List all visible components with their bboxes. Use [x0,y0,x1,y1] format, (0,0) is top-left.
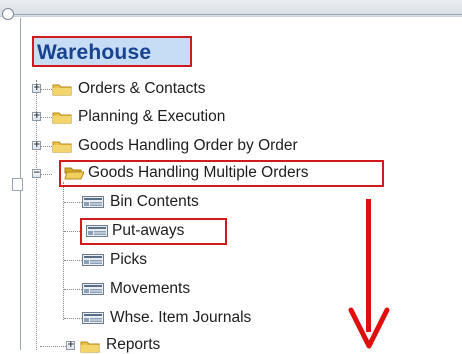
expand-icon[interactable]: + [32,112,41,121]
expand-icon[interactable]: + [66,341,75,350]
root-node-label: Warehouse [37,41,152,64]
list-page-icon [82,196,104,208]
top-divider [8,14,462,15]
tree-connector [64,202,82,203]
tree-group-orders-contacts[interactable]: Orders & Contacts [78,80,206,98]
window-corner-handle [2,8,14,20]
folder-icon [52,141,72,153]
tree-connector [40,89,52,90]
expand-icon[interactable]: + [32,141,41,150]
tree-group-goods-handling-order-by-order[interactable]: Goods Handling Order by Order [78,137,298,155]
tree-item-whse-item-journals[interactable]: Whse. Item Journals [110,309,251,327]
collapse-icon[interactable]: − [32,169,41,178]
tree-item-movements[interactable]: Movements [110,280,190,298]
list-page-icon [82,254,104,266]
list-page-icon [82,283,104,295]
folder-icon [80,341,100,353]
tree-connector [64,289,82,290]
tree-group-reports[interactable]: Reports [106,336,160,354]
list-page-icon [82,312,104,324]
folder-icon [52,112,72,124]
expand-icon[interactable]: + [32,84,41,93]
open-folder-icon [64,167,84,180]
splitter-handle[interactable] [12,178,23,191]
tree-connector [40,146,52,147]
tree-item-picks[interactable]: Picks [110,251,147,269]
tree-connector [64,260,82,261]
tree-connector [40,174,52,175]
tree-item-bin-contents[interactable]: Bin Contents [110,193,199,211]
tree-connector [64,318,82,319]
tree-group-planning-execution[interactable]: Planning & Execution [78,108,225,126]
tree-item-put-aways[interactable]: Put-aways [112,222,184,240]
tree-group-goods-handling-multiple-orders[interactable]: Goods Handling Multiple Orders [88,164,309,182]
root-node-warehouse[interactable]: Warehouse [32,36,192,67]
tree-connector [40,117,52,118]
list-page-icon [86,225,108,237]
annotation-arrow-down-icon [348,307,390,349]
folder-icon [52,84,72,96]
